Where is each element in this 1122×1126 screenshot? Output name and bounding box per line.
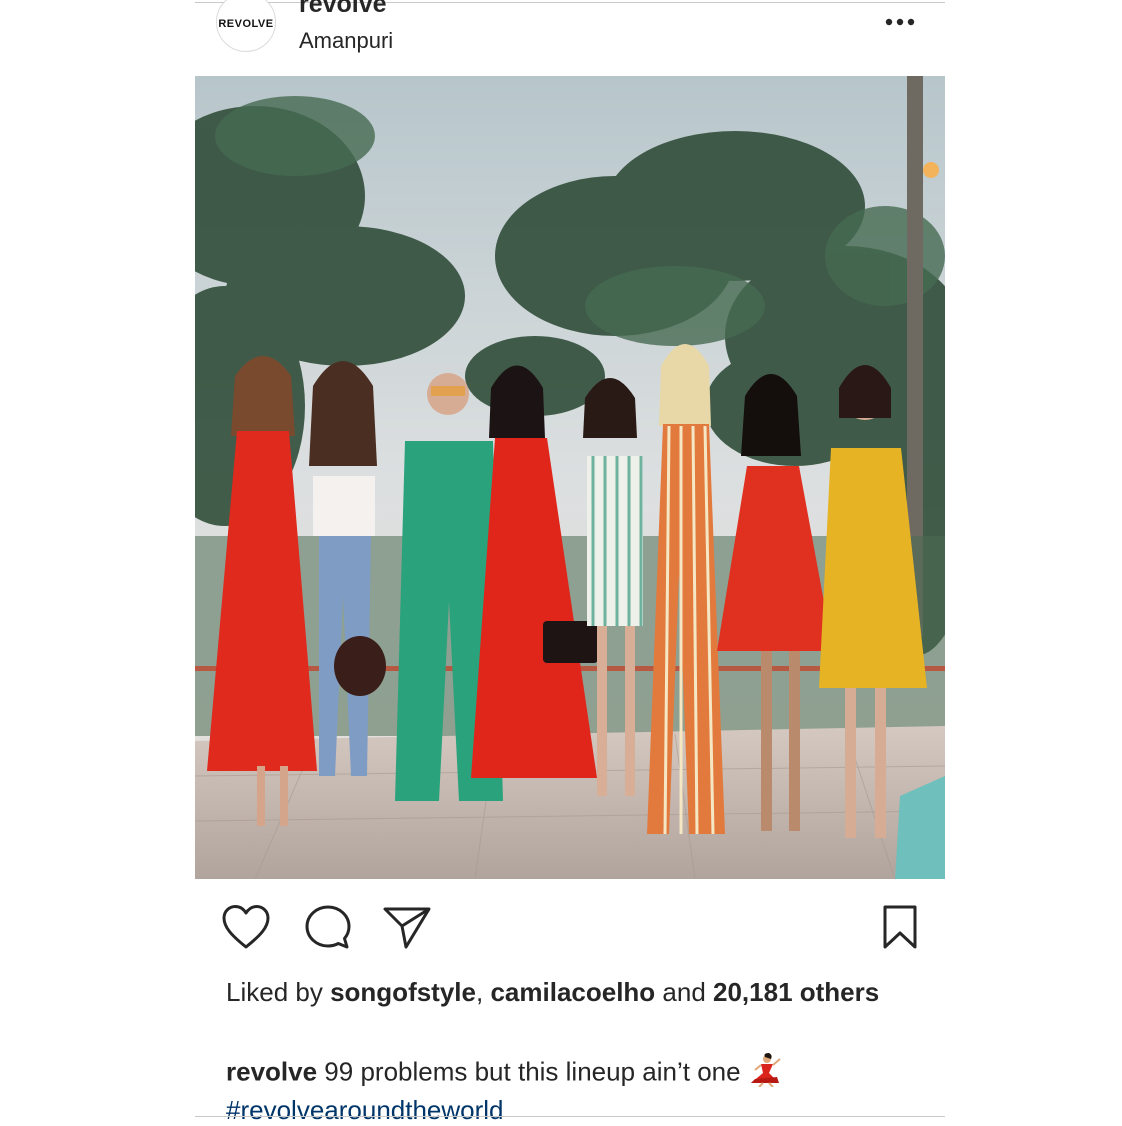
like-button[interactable] (221, 904, 271, 950)
likes-prefix: Liked by (226, 977, 331, 1007)
post-location[interactable]: Amanpuri (299, 28, 393, 54)
divider-bottom (195, 1116, 945, 1117)
instagram-post: REVOLVE revolve Amanpuri Liked by songof… (195, 0, 945, 1125)
caption-text: 99 problems but this lineup ain’t one (317, 1056, 741, 1087)
avatar[interactable]: REVOLVE (216, 0, 276, 52)
likes-summary: Liked by songofstyle, camilacoelho and 2… (226, 976, 916, 1008)
more-options-button[interactable] (880, 8, 920, 36)
likes-others-count[interactable]: 20,181 others (713, 977, 879, 1007)
liked-by-user-camilacoelho[interactable]: camilacoelho (490, 977, 655, 1007)
bookmark-icon (883, 905, 917, 949)
dancer-emoji-icon (747, 1053, 781, 1094)
save-button[interactable] (875, 904, 925, 950)
heart-icon (222, 905, 270, 949)
caption-username[interactable]: revolve (226, 1056, 317, 1086)
caption-hashtag[interactable]: #revolvearoundtheworld (226, 1095, 504, 1125)
more-horizontal-icon (885, 18, 915, 26)
post-username[interactable]: revolve (299, 0, 387, 18)
post-photo[interactable] (195, 76, 945, 879)
likes-separator: , (476, 977, 491, 1007)
paper-plane-icon (383, 907, 431, 949)
post-photo-illustration (195, 76, 945, 879)
avatar-logo-text: REVOLVE (218, 18, 274, 30)
comment-button[interactable] (303, 904, 353, 950)
likes-and-text: and (655, 977, 714, 1007)
liked-by-user-songofstyle[interactable]: songofstyle (330, 977, 476, 1007)
comment-bubble-icon (305, 905, 351, 949)
share-button[interactable] (382, 904, 432, 950)
